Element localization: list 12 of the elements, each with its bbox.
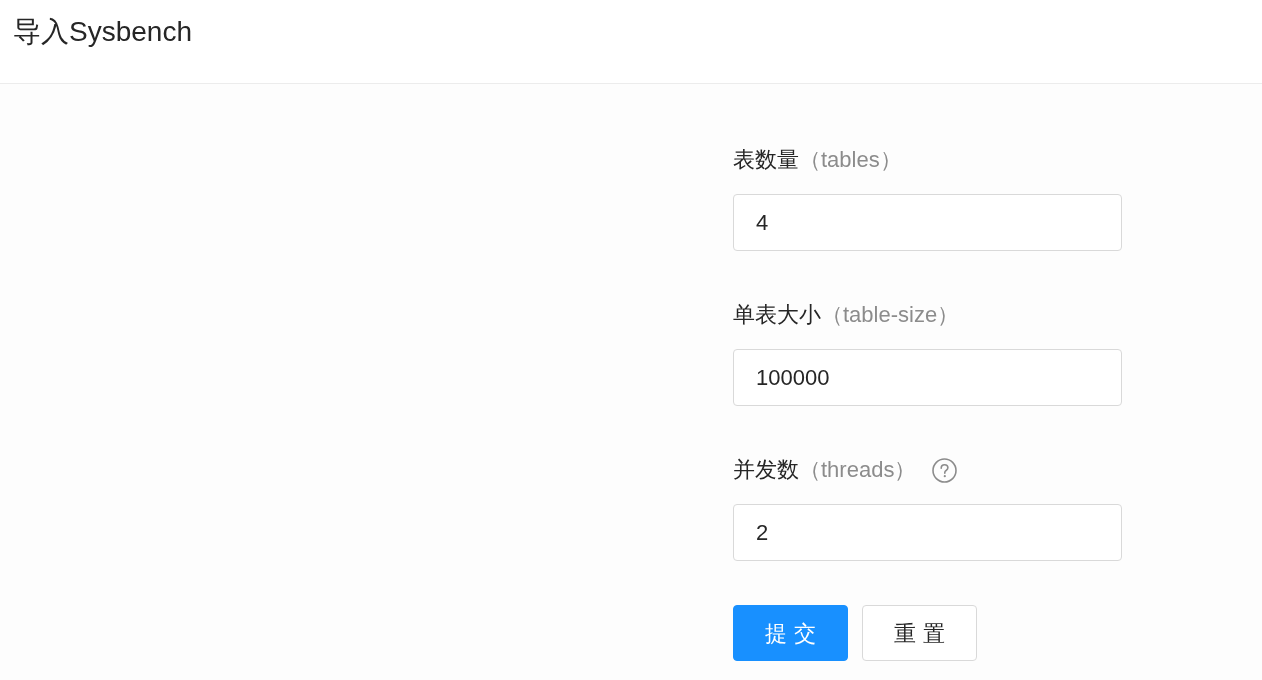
field-hint: （tables）: [799, 146, 902, 174]
input-field[interactable]: 2: [733, 504, 1122, 561]
page-title: 导入Sysbench: [13, 16, 192, 47]
field-label: 并发数: [733, 456, 799, 484]
input-field[interactable]: 4: [733, 194, 1122, 251]
field-label: 表数量: [733, 146, 799, 174]
input-field[interactable]: 100000: [733, 349, 1122, 406]
field-hint: （table-size）: [821, 301, 960, 329]
help-icon[interactable]: [932, 457, 958, 483]
reset-button[interactable]: 重 置: [862, 605, 977, 661]
field-hint: （threads）: [799, 456, 917, 484]
field-label: 单表大小: [733, 301, 821, 329]
